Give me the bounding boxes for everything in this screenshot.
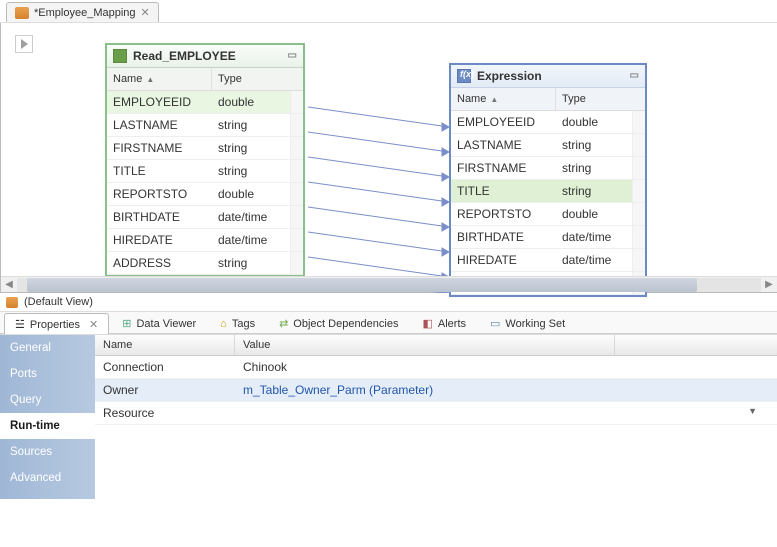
property-value[interactable]: m_Table_Owner_Parm (Parameter): [235, 379, 777, 402]
output-port[interactable]: [290, 114, 303, 136]
scroll-right-arrow[interactable]: ▶: [761, 279, 777, 290]
field-row[interactable]: HIREDATEdate/time: [107, 229, 303, 252]
sidebar-item-ports[interactable]: Ports: [0, 361, 95, 387]
output-port[interactable]: [290, 206, 303, 228]
mapping-canvas[interactable]: Read_EMPLOYEE ▭ Name▲ Type EMPLOYEEIDdou…: [0, 23, 777, 293]
node-title: Read_EMPLOYEE: [133, 49, 236, 63]
tags-icon: ⌂: [220, 318, 227, 330]
node-expression[interactable]: f(x) Expression ▭ Name▲ Type EMPLOYEEIDd…: [449, 63, 647, 297]
col-header-value[interactable]: Value: [235, 335, 615, 355]
field-row[interactable]: EMPLOYEEIDdouble: [107, 91, 303, 114]
property-row-resource[interactable]: Resource ▼: [95, 402, 777, 425]
sort-icon: ▲: [490, 95, 498, 104]
scroll-thumb[interactable]: [27, 278, 697, 292]
properties-panel: General Ports Query Run-time Sources Adv…: [0, 334, 777, 499]
column-headers: Name▲ Type: [107, 68, 303, 91]
editor-tab[interactable]: *Employee_Mapping ✕: [6, 2, 159, 22]
close-icon[interactable]: ✕: [141, 6, 150, 19]
view-bar: (Default View): [0, 293, 777, 312]
scroll-left-arrow[interactable]: ◀: [1, 279, 17, 290]
sidebar-item-query[interactable]: Query: [0, 387, 95, 413]
properties-table-header: Name Value: [95, 335, 777, 356]
node-title: Expression: [477, 69, 542, 83]
properties-sidebar: General Ports Query Run-time Sources Adv…: [0, 335, 95, 499]
sidebar-item-sources[interactable]: Sources: [0, 439, 95, 465]
field-row[interactable]: ADDRESSstring: [107, 252, 303, 275]
output-port[interactable]: [290, 91, 303, 113]
io-port[interactable]: [632, 226, 645, 248]
io-port[interactable]: [632, 203, 645, 225]
field-row[interactable]: LASTNAMEstring: [451, 134, 645, 157]
col-name-header[interactable]: Name▲: [107, 68, 212, 90]
property-name: Connection: [95, 356, 235, 379]
field-row[interactable]: EMPLOYEEIDdouble: [451, 111, 645, 134]
dependencies-icon: ⇄: [279, 317, 288, 330]
io-port[interactable]: [632, 180, 645, 202]
property-name: Owner: [95, 379, 235, 402]
editor-tab-title: *Employee_Mapping: [34, 7, 136, 19]
field-row[interactable]: FIRSTNAMEstring: [107, 137, 303, 160]
io-port[interactable]: [632, 111, 645, 133]
tab-alerts[interactable]: ◧Alerts: [411, 312, 477, 333]
view-label[interactable]: (Default View): [24, 296, 93, 308]
bottom-tabs: ☱Properties✕ ⊞Data Viewer ⌂Tags ⇄Object …: [0, 312, 777, 334]
working-set-icon: ▭: [490, 317, 500, 330]
property-row-connection[interactable]: Connection Chinook: [95, 356, 777, 379]
field-row[interactable]: REPORTSTOdouble: [451, 203, 645, 226]
output-port[interactable]: [290, 160, 303, 182]
col-type-header[interactable]: Type: [212, 68, 303, 90]
col-header-name[interactable]: Name: [95, 335, 235, 355]
field-row[interactable]: REPORTSTOdouble: [107, 183, 303, 206]
data-viewer-icon: ⊞: [122, 317, 131, 330]
field-row[interactable]: FIRSTNAMEstring: [451, 157, 645, 180]
tab-tags[interactable]: ⌂Tags: [209, 313, 266, 333]
horizontal-scrollbar[interactable]: ◀ ▶: [1, 276, 777, 292]
close-icon[interactable]: ✕: [89, 318, 98, 331]
column-headers: Name▲ Type: [451, 88, 645, 111]
run-button[interactable]: [15, 35, 33, 53]
tab-working-set[interactable]: ▭Working Set: [479, 312, 576, 333]
properties-icon: ☱: [15, 318, 25, 331]
sidebar-item-general[interactable]: General: [0, 335, 95, 361]
sidebar-item-runtime[interactable]: Run-time: [0, 413, 95, 439]
sidebar-item-advanced[interactable]: Advanced: [0, 465, 95, 491]
node-read-employee[interactable]: Read_EMPLOYEE ▭ Name▲ Type EMPLOYEEIDdou…: [105, 43, 305, 277]
scroll-track[interactable]: [17, 278, 761, 292]
play-icon: [21, 39, 28, 49]
dropdown-arrow-icon[interactable]: ▼: [748, 406, 757, 416]
field-row[interactable]: TITLEstring: [107, 160, 303, 183]
output-port[interactable]: [290, 252, 303, 274]
property-row-owner[interactable]: Owner m_Table_Owner_Parm (Parameter): [95, 379, 777, 402]
tab-properties[interactable]: ☱Properties✕: [4, 313, 109, 334]
view-icon: [6, 297, 18, 308]
io-port[interactable]: [632, 134, 645, 156]
expression-icon: f(x): [457, 69, 471, 83]
node-header[interactable]: f(x) Expression ▭: [451, 65, 645, 88]
minimize-icon[interactable]: ▭: [630, 70, 639, 81]
output-port[interactable]: [290, 183, 303, 205]
properties-table: Name Value Connection Chinook Owner m_Ta…: [95, 335, 777, 499]
property-name: Resource: [95, 402, 235, 425]
field-row[interactable]: HIREDATEdate/time: [451, 249, 645, 272]
property-value-dropdown[interactable]: ▼: [235, 402, 777, 425]
alerts-icon: ◧: [422, 317, 432, 330]
tab-data-viewer[interactable]: ⊞Data Viewer: [111, 312, 207, 333]
tab-object-dependencies[interactable]: ⇄Object Dependencies: [268, 312, 409, 333]
node-header[interactable]: Read_EMPLOYEE ▭: [107, 45, 303, 68]
col-name-header[interactable]: Name▲: [451, 88, 556, 110]
field-row[interactable]: LASTNAMEstring: [107, 114, 303, 137]
mapping-icon: [15, 7, 29, 19]
sort-icon: ▲: [146, 75, 154, 84]
io-port[interactable]: [632, 157, 645, 179]
property-value[interactable]: Chinook: [235, 356, 777, 379]
field-row[interactable]: TITLEstring: [451, 180, 645, 203]
field-row[interactable]: BIRTHDATEdate/time: [451, 226, 645, 249]
output-port[interactable]: [290, 229, 303, 251]
field-row[interactable]: BIRTHDATEdate/time: [107, 206, 303, 229]
io-port[interactable]: [632, 249, 645, 271]
source-icon: [113, 49, 127, 63]
output-port[interactable]: [290, 137, 303, 159]
col-type-header[interactable]: Type: [556, 88, 645, 110]
minimize-icon[interactable]: ▭: [288, 50, 297, 61]
